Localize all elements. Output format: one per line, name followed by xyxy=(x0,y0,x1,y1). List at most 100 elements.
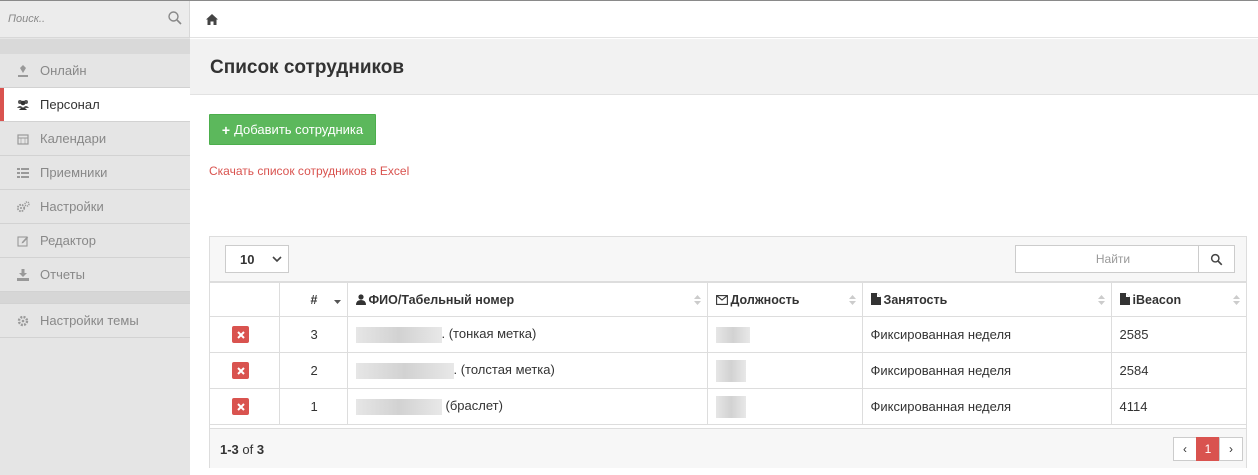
table-row[interactable]: 2 . (толстая метка) Фиксированная неделя… xyxy=(210,352,1246,389)
sidebar-item-label: Онлайн xyxy=(40,63,87,78)
redacted-name xyxy=(355,398,442,415)
search-icon[interactable] xyxy=(167,10,183,26)
gear-icon xyxy=(16,314,30,328)
row-number: 3 xyxy=(278,316,348,353)
sidebar-item-theme-settings[interactable]: Настройки темы xyxy=(0,304,190,338)
sidebar-item-online[interactable]: Онлайн xyxy=(0,54,190,88)
close-icon xyxy=(236,330,245,339)
row-employment: Фиксированная неделя xyxy=(861,388,1112,425)
sort-desc-icon xyxy=(333,300,341,304)
sidebar-item-settings[interactable]: Настройки xyxy=(0,190,190,224)
page-title: Список сотрудников xyxy=(210,57,405,78)
sidebar-item-label: Календари xyxy=(40,131,107,146)
sidebar-item-label: Отчеты xyxy=(40,267,85,282)
pagination-page-1[interactable]: 1 xyxy=(1196,437,1220,461)
column-header-label: ФИО/Табельный номер xyxy=(368,292,515,307)
column-header-label: Должность xyxy=(730,292,800,307)
range-total: 3 xyxy=(256,442,265,457)
column-header-employment[interactable]: Занятость xyxy=(861,282,1112,317)
column-header-label: iBeacon xyxy=(1132,292,1182,307)
row-position-cell xyxy=(706,388,863,425)
table-range-info: 1-3 of 3 xyxy=(220,442,264,457)
users-icon xyxy=(16,98,30,112)
row-actions-cell xyxy=(210,388,280,425)
chevron-down-icon xyxy=(272,256,282,263)
page-header: Список сотрудников xyxy=(190,39,1258,95)
sidebar-item-calendars[interactable]: Календари xyxy=(0,122,190,156)
sort-icon xyxy=(693,295,701,305)
add-employee-button[interactable]: + Добавить сотрудника xyxy=(209,114,376,145)
sort-icon xyxy=(848,295,856,305)
redacted-name xyxy=(355,326,442,343)
row-name-cell[interactable]: (браслет) xyxy=(346,388,708,425)
close-icon xyxy=(236,402,245,411)
map-marker-icon xyxy=(16,64,30,78)
calendar-icon xyxy=(16,132,30,146)
sidebar-separator xyxy=(0,292,190,304)
delete-button[interactable] xyxy=(232,362,249,379)
sidebar-menu: Онлайн Персонал Календари Приемники Наст… xyxy=(0,54,190,338)
pagination-next[interactable]: › xyxy=(1219,437,1243,461)
sidebar-item-label: Настройки темы xyxy=(40,313,139,328)
file-icon xyxy=(870,292,881,305)
sidebar-search-input[interactable] xyxy=(8,10,158,28)
redacted-position xyxy=(715,359,746,382)
sidebar-item-reports[interactable]: Отчеты xyxy=(0,258,190,292)
add-employee-label: Добавить сотрудника xyxy=(234,122,364,137)
column-header-label: # xyxy=(310,292,318,307)
delete-button[interactable] xyxy=(232,326,249,343)
page-size-select[interactable]: 10 xyxy=(225,245,289,273)
delete-button[interactable] xyxy=(232,398,249,415)
row-ibeacon: 4114 xyxy=(1110,388,1246,425)
sidebar-item-receivers[interactable]: Приемники xyxy=(0,156,190,190)
home-icon[interactable] xyxy=(206,14,218,25)
search-icon xyxy=(1210,253,1223,265)
list-icon xyxy=(16,166,30,180)
column-header-number[interactable]: # xyxy=(278,282,348,317)
sidebar: Онлайн Персонал Календари Приемники Наст… xyxy=(0,1,190,475)
close-icon xyxy=(236,366,245,375)
table-search-input[interactable] xyxy=(1015,245,1198,273)
row-name-suffix: . (толстая метка) xyxy=(453,362,555,378)
row-number: 1 xyxy=(278,388,348,425)
row-name-cell[interactable]: . (тонкая метка) xyxy=(346,316,708,353)
table-search-button[interactable] xyxy=(1198,245,1235,273)
row-name-suffix: (браслет) xyxy=(445,398,503,414)
column-header-label: Занятость xyxy=(883,292,948,307)
envelope-icon xyxy=(715,294,728,305)
edit-icon xyxy=(16,234,30,248)
table-header-row: # ФИО/Табельный номер Должность Занятост… xyxy=(210,282,1246,317)
table-row[interactable]: 1 (браслет) Фиксированная неделя 4114 xyxy=(210,388,1246,425)
table-row[interactable]: 3 . (тонкая метка) Фиксированная неделя … xyxy=(210,316,1246,353)
pagination-prev[interactable]: ‹ xyxy=(1173,437,1197,461)
sidebar-item-label: Настройки xyxy=(40,199,104,214)
row-ibeacon: 2585 xyxy=(1110,316,1246,353)
row-position-cell xyxy=(706,352,863,389)
row-actions-cell xyxy=(210,316,280,353)
sidebar-item-label: Редактор xyxy=(40,233,96,248)
download-excel-link[interactable]: Скачать список сотрудников в Excel xyxy=(209,164,409,178)
table-toolbar: 10 xyxy=(210,237,1246,282)
plus-icon: + xyxy=(221,121,231,138)
page-size-value: 10 xyxy=(240,251,255,267)
sort-icon xyxy=(1233,295,1240,305)
column-header-name[interactable]: ФИО/Табельный номер xyxy=(346,282,708,317)
employees-table: # ФИО/Табельный номер Должность Занятост… xyxy=(210,282,1246,425)
sidebar-item-label: Приемники xyxy=(40,165,108,180)
range-of: of xyxy=(242,442,254,457)
pagination: ‹ 1 › xyxy=(1173,437,1243,461)
column-header-ibeacon[interactable]: iBeacon xyxy=(1110,282,1246,317)
row-actions-cell xyxy=(210,352,280,389)
user-icon xyxy=(355,293,366,305)
row-employment: Фиксированная неделя xyxy=(861,352,1112,389)
table-footer: 1-3 of 3 ‹ 1 › xyxy=(210,428,1246,468)
sidebar-item-personnel[interactable]: Персонал xyxy=(0,88,190,122)
sidebar-item-editor[interactable]: Редактор xyxy=(0,224,190,258)
column-header-actions xyxy=(210,282,280,317)
sort-icon xyxy=(1097,295,1105,305)
row-name-cell[interactable]: . (толстая метка) xyxy=(346,352,708,389)
column-header-position[interactable]: Должность xyxy=(706,282,863,317)
sidebar-spacer xyxy=(0,39,190,54)
download-icon xyxy=(16,268,30,282)
redacted-position xyxy=(715,395,746,418)
